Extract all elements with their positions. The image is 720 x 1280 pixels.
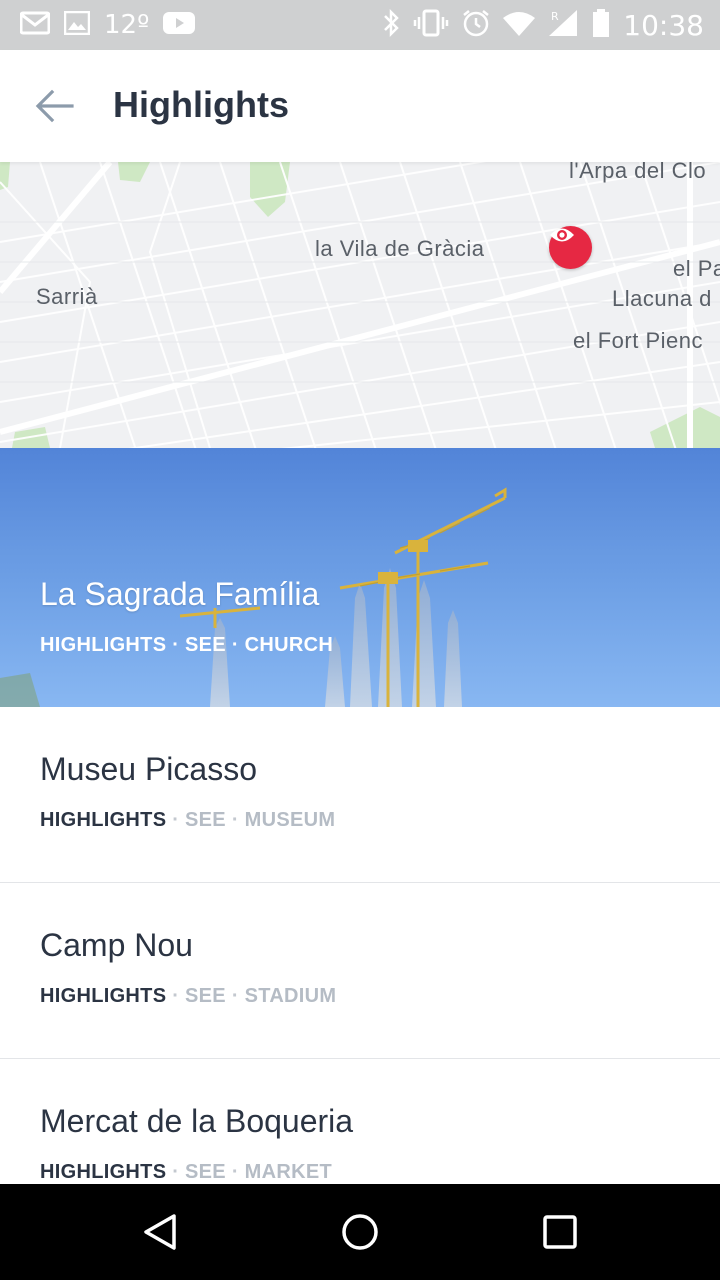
nav-recents-button[interactable] [536, 1208, 584, 1256]
map-view[interactable]: l'Arpa del Clo la Vila de Gràcia el Pa S… [0, 162, 720, 448]
eye-icon [550, 228, 574, 242]
meta-category: HIGHLIGHTS [40, 985, 167, 1007]
gmail-icon [19, 11, 51, 40]
page-title: Highlights [113, 84, 289, 125]
item-meta: HIGHLIGHTS · SEE · MARKET [40, 1161, 332, 1184]
featured-card[interactable]: La Sagrada Família HIGHLIGHTS · SEE · CH… [0, 448, 720, 707]
status-right: R 10:38 [381, 8, 704, 43]
meta-type: SEE [185, 1161, 226, 1183]
status-bar: 12º R 10:38 [0, 0, 720, 50]
map-label: el Pa [673, 256, 720, 281]
meta-type: SEE [185, 809, 226, 831]
meta-subtype: STADIUM [244, 985, 337, 1007]
featured-meta: HIGHLIGHTS · SEE · CHURCH [40, 634, 333, 657]
recents-square-icon [543, 1215, 577, 1249]
meta-category: HIGHLIGHTS [40, 809, 167, 831]
meta-separator: · [231, 634, 239, 656]
meta-separator: · [172, 634, 180, 656]
temperature-text: 12º [104, 10, 150, 40]
item-meta: HIGHLIGHTS · SEE · STADIUM [40, 985, 336, 1008]
clock-text: 10:38 [623, 9, 704, 42]
map-label: el Fort Pienc [573, 328, 703, 353]
meta-subtype: MARKET [244, 1161, 332, 1183]
map-marker[interactable] [549, 226, 592, 269]
meta-subtype: MUSEUM [244, 809, 336, 831]
system-nav-bar [0, 1184, 720, 1280]
arrow-left-icon [35, 89, 74, 123]
item-title: Mercat de la Boqueria [40, 1103, 354, 1139]
vibrate-icon [413, 8, 449, 43]
featured-title: La Sagrada Família [40, 576, 320, 612]
meta-separator: · [172, 809, 180, 831]
meta-separator: · [172, 1161, 180, 1183]
back-triangle-icon [144, 1214, 176, 1250]
list-item[interactable]: Museu Picasso HIGHLIGHTS · SEE · MUSEUM [0, 707, 720, 883]
meta-separator: · [172, 985, 180, 1007]
svg-text:R: R [551, 10, 559, 23]
home-circle-icon [342, 1214, 378, 1250]
youtube-icon [163, 11, 196, 40]
status-left: 12º [19, 10, 196, 40]
meta-category: HIGHLIGHTS [40, 1161, 167, 1183]
map-label: Sarrià [36, 284, 98, 309]
map-label: la Vila de Gràcia [315, 236, 485, 261]
app-bar: Highlights [0, 50, 720, 162]
bluetooth-icon [381, 8, 401, 43]
item-title: Museu Picasso [40, 751, 257, 787]
nav-back-button[interactable] [136, 1208, 184, 1256]
map-label: l'Arpa del Clo [569, 162, 707, 183]
item-title: Camp Nou [40, 927, 193, 963]
meta-separator: · [231, 985, 239, 1007]
meta-category: HIGHLIGHTS [40, 634, 167, 656]
meta-type: SEE [185, 985, 226, 1007]
meta-separator: · [231, 1161, 239, 1183]
wifi-icon [503, 10, 536, 41]
alarm-icon [461, 8, 491, 43]
item-meta: HIGHLIGHTS · SEE · MUSEUM [40, 809, 335, 832]
signal-icon: R [547, 8, 579, 43]
battery-icon [591, 8, 611, 43]
list-item[interactable]: Camp Nou HIGHLIGHTS · SEE · STADIUM [0, 883, 720, 1059]
gallery-icon [63, 10, 91, 40]
meta-subtype: CHURCH [244, 634, 334, 656]
meta-type: SEE [185, 634, 226, 656]
map-label: Llacuna d [612, 286, 712, 311]
back-button[interactable] [30, 84, 78, 128]
nav-home-button[interactable] [336, 1208, 384, 1256]
meta-separator: · [231, 809, 239, 831]
